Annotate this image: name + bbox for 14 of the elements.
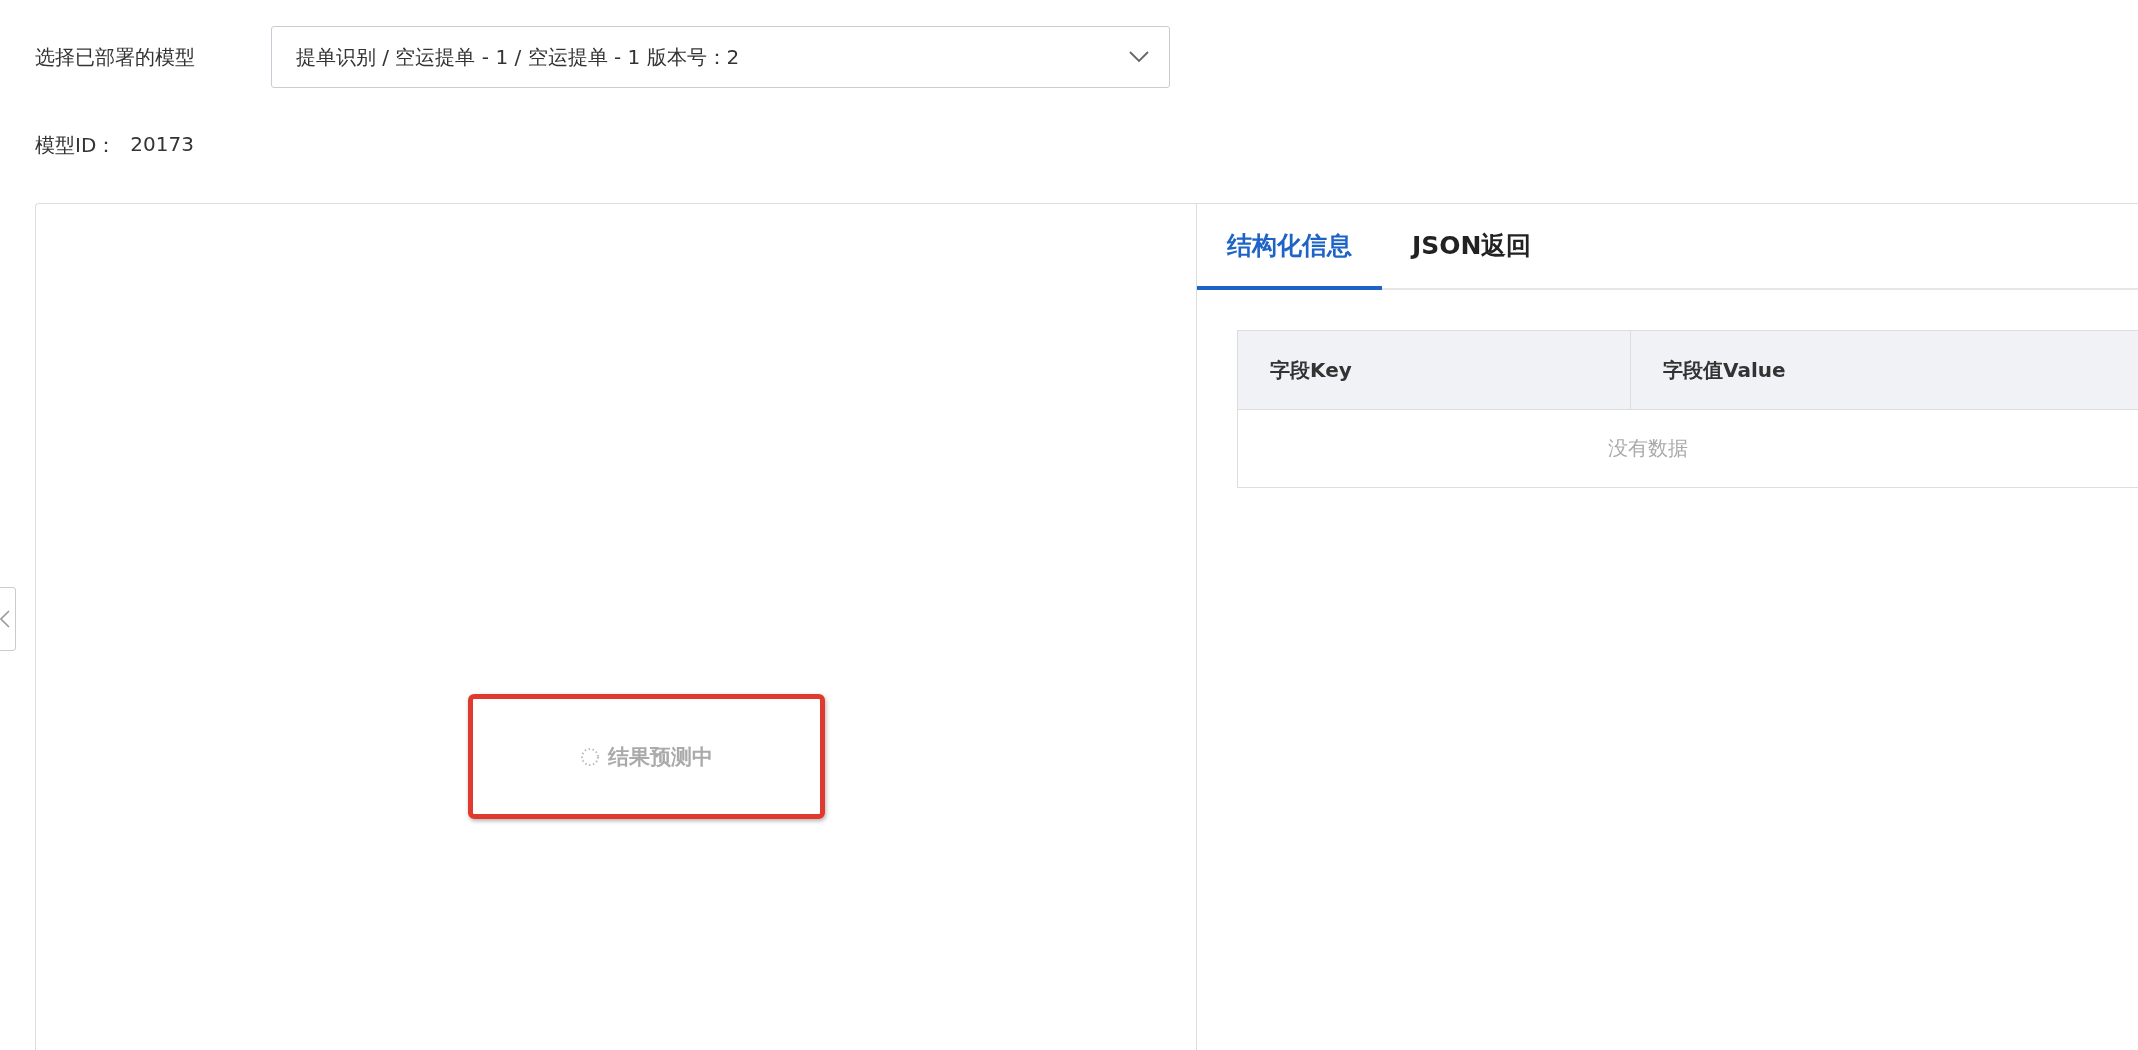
loading-text: 结果预测中 [608,743,713,771]
field-label: 选择已部署的模型 [35,43,196,71]
empty-text: 没有数据 [1608,435,1688,462]
model-select[interactable]: 提单识别 / 空运提单 - 1 / 空运提单 - 1 版本号：2 [271,26,1170,88]
tab[interactable]: 结构化信息 [1197,204,1382,290]
chevron-down-icon [1129,51,1149,63]
column-header: 字段值Value [1662,356,1786,384]
column-header: 字段Key [1238,331,1631,409]
model-id-label: 模型ID： [35,132,117,159]
collapse-toggle[interactable] [0,587,16,651]
tab[interactable]: JSON返回 [1382,204,1562,290]
loading-spinner-icon [580,746,600,767]
chevron-left-icon [0,609,10,629]
model-id-value: 20173 [130,132,194,158]
